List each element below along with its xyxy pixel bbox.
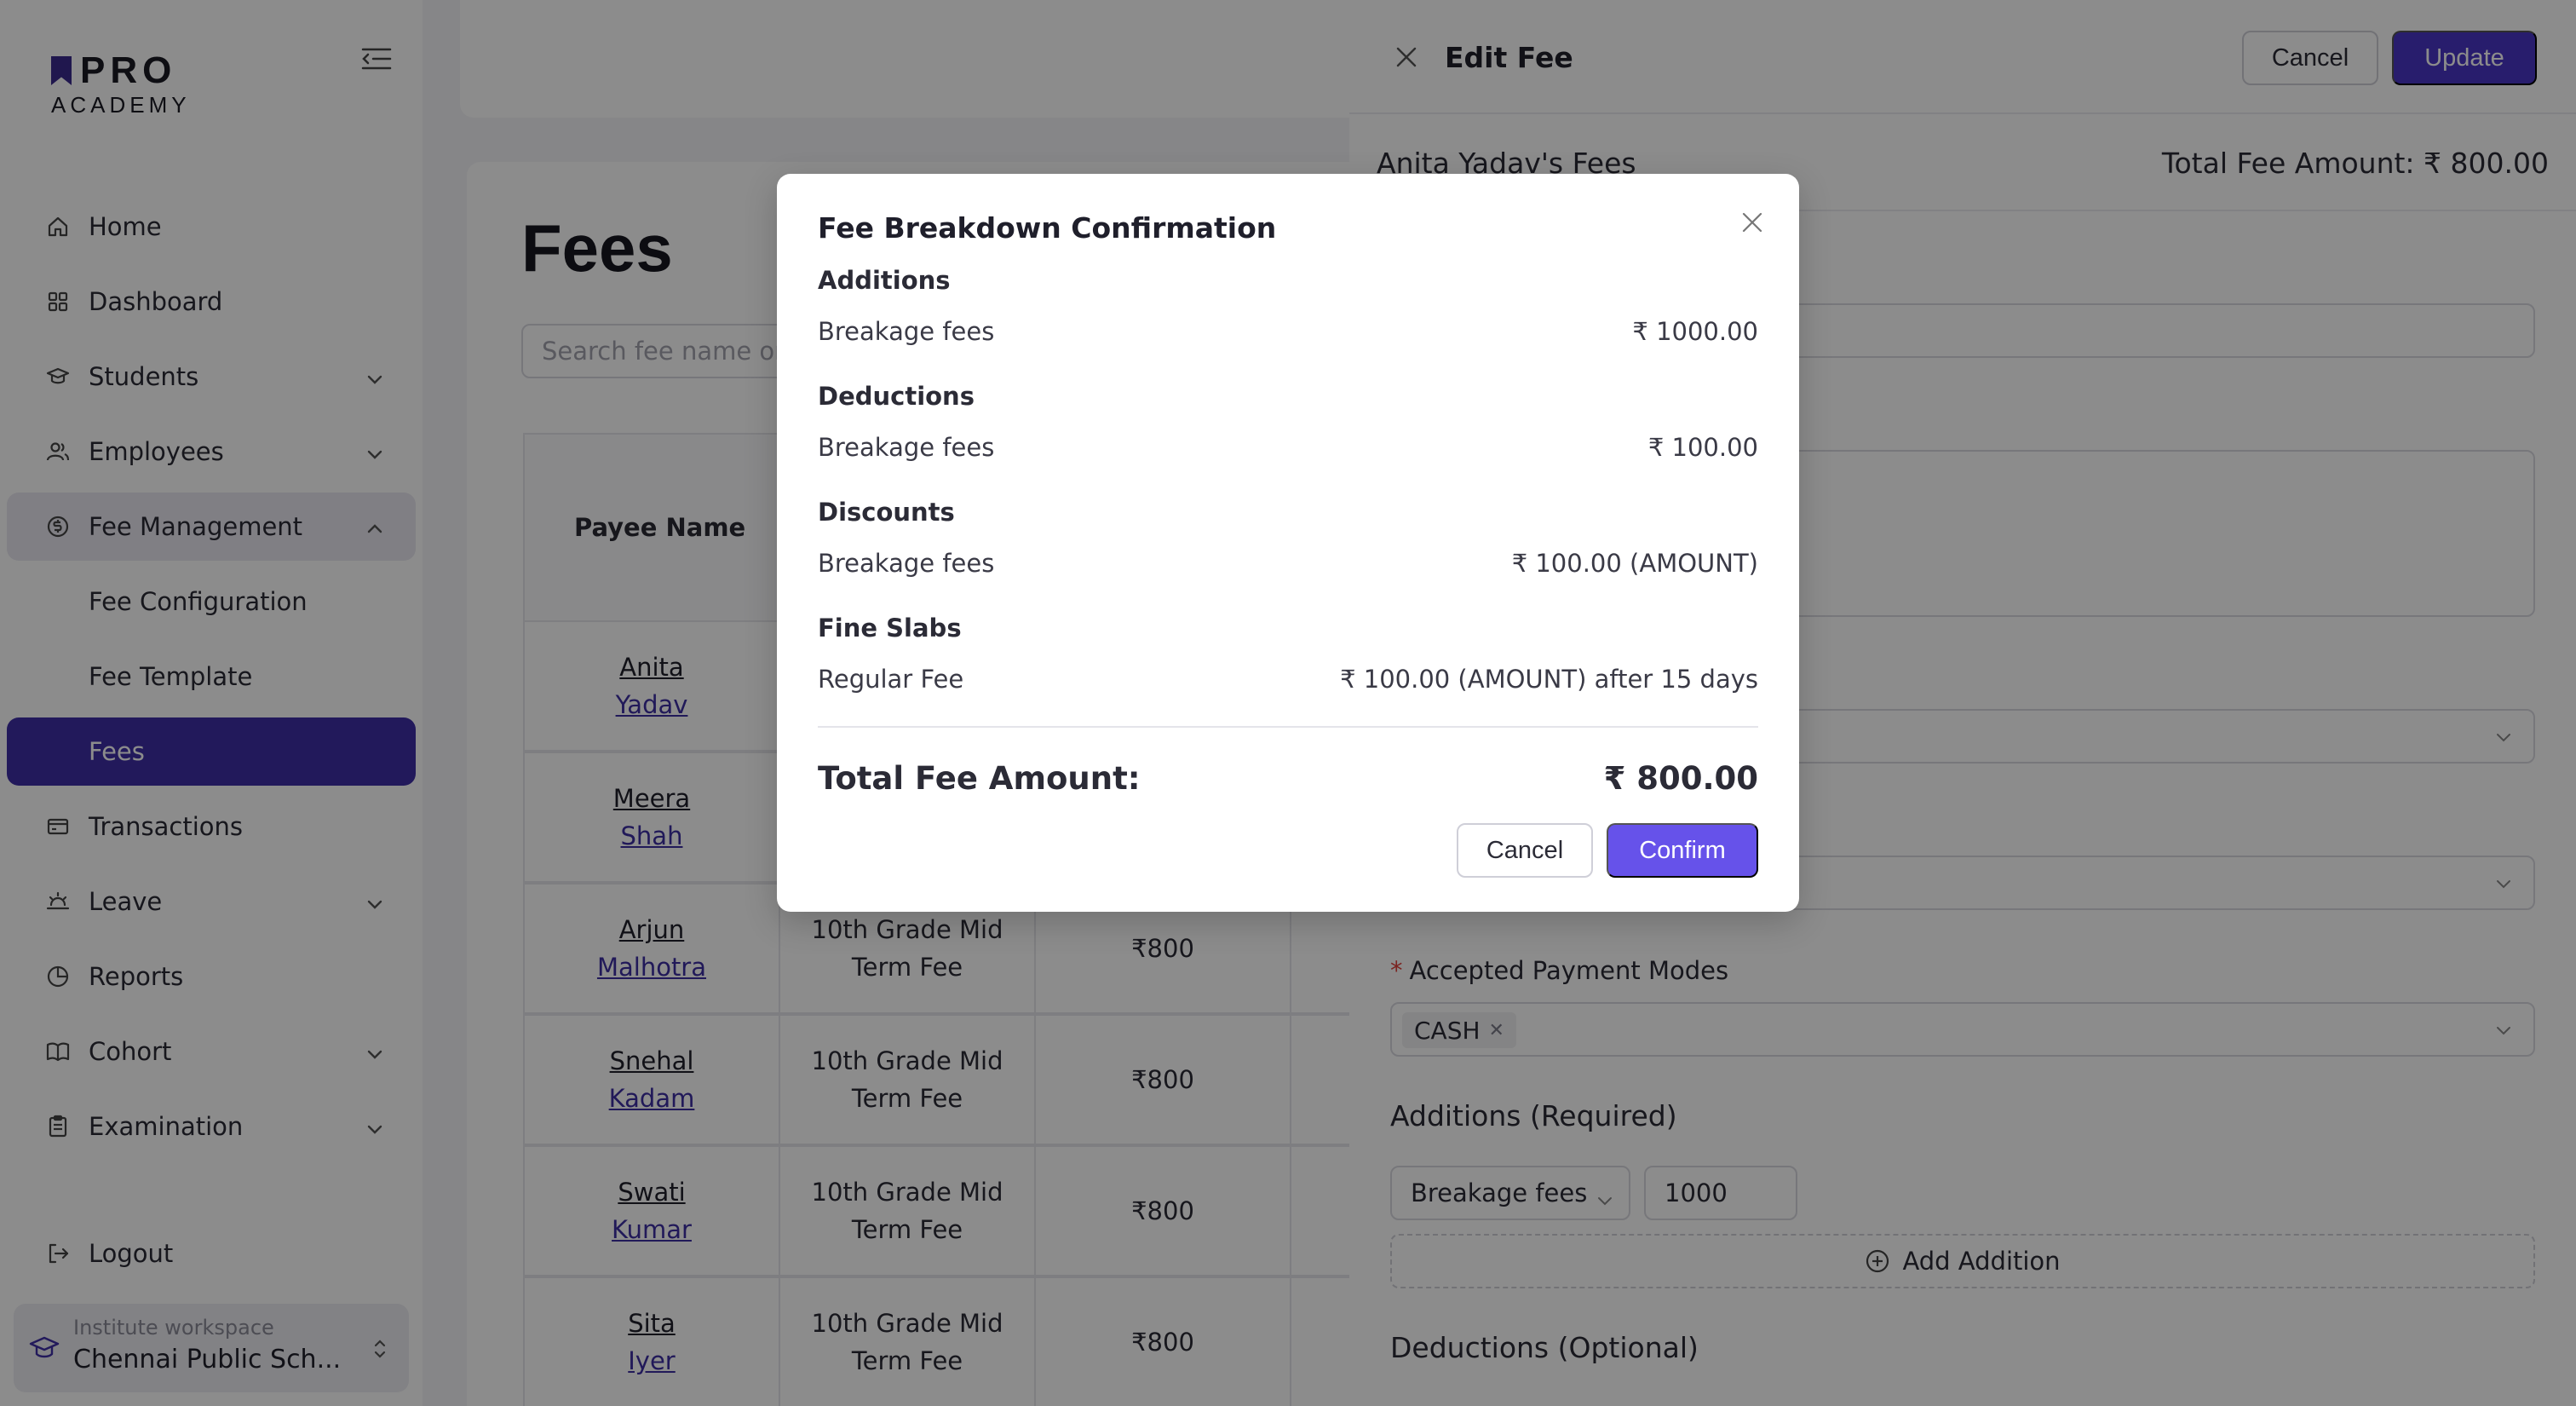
modal-divider	[818, 726, 1758, 728]
modal-cancel-button[interactable]: Cancel	[1457, 823, 1593, 878]
fine-slab-value: ₹ 100.00 (AMOUNT) after 15 days	[1340, 665, 1758, 694]
fine-slab-label: Regular Fee	[818, 665, 964, 694]
addition-value: ₹ 1000.00	[1632, 317, 1758, 346]
deductions-heading: Deductions	[818, 382, 975, 411]
close-icon[interactable]	[1739, 210, 1765, 235]
fine-slabs-heading: Fine Slabs	[818, 614, 962, 642]
discounts-heading: Discounts	[818, 498, 955, 527]
additions-heading: Additions	[818, 266, 951, 295]
modal-total-value: ₹ 800.00	[1603, 760, 1758, 797]
modal-confirm-button[interactable]: Confirm	[1607, 823, 1758, 878]
addition-label: Breakage fees	[818, 317, 995, 346]
deduction-value: ₹ 100.00	[1647, 433, 1758, 462]
discount-label: Breakage fees	[818, 549, 995, 578]
modal-title: Fee Breakdown Confirmation	[818, 211, 1277, 245]
modal-total-label: Total Fee Amount:	[818, 760, 1141, 797]
deduction-label: Breakage fees	[818, 433, 995, 462]
fee-breakdown-modal: Fee Breakdown Confirmation Additions Bre…	[777, 174, 1799, 912]
discount-value: ₹ 100.00 (AMOUNT)	[1511, 549, 1758, 578]
